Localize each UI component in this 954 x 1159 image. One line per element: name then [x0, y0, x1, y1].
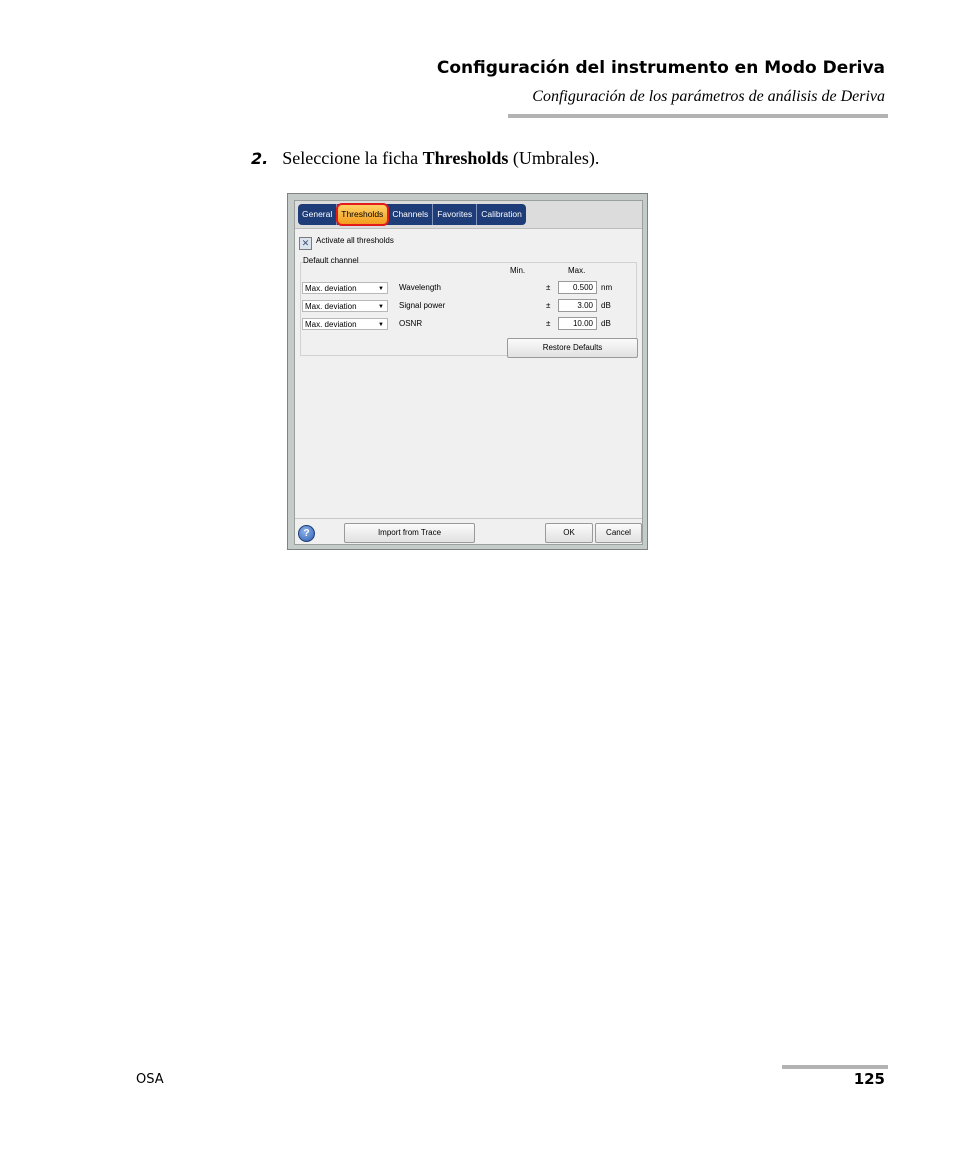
mode-select-value: Max. deviation — [305, 302, 357, 311]
unit-label: nm — [601, 283, 613, 292]
step-bold-term: Thresholds — [422, 148, 509, 168]
activate-all-checkbox[interactable]: ✕ — [299, 237, 312, 250]
step-text-before: Seleccione la ficha — [282, 148, 423, 168]
tab-strip: General Thresholds Channels Favorites Ca… — [298, 203, 526, 226]
help-icon[interactable]: ? — [298, 525, 315, 542]
dialog-body: General Thresholds Channels Favorites Ca… — [294, 200, 643, 545]
page-header-subtitle: Configuración de los parámetros de análi… — [532, 88, 885, 105]
tab-general[interactable]: General — [298, 204, 338, 225]
max-column-header: Max. — [568, 266, 586, 275]
activate-all-label: Activate all thresholds — [316, 236, 394, 245]
tab-channels[interactable]: Channels — [388, 204, 434, 225]
param-label: Wavelength — [399, 283, 441, 292]
page-header-title: Configuración del instrumento en Modo De… — [436, 58, 885, 78]
chevron-down-icon: ▼ — [378, 322, 384, 328]
mode-select-value: Max. deviation — [305, 284, 357, 293]
footer-rule — [782, 1065, 888, 1069]
mode-select[interactable]: Max. deviation ▼ — [302, 282, 388, 294]
tab-thresholds[interactable]: Thresholds — [336, 203, 390, 226]
max-value-field[interactable]: 10.00 — [558, 317, 597, 330]
thresholds-dialog-screenshot: General Thresholds Channels Favorites Ca… — [287, 193, 648, 550]
plus-minus-sign: ± — [546, 319, 551, 328]
import-from-trace-button[interactable]: Import from Trace — [344, 523, 475, 543]
thresholds-panel: ✕ Activate all thresholds Default channe… — [295, 229, 642, 519]
param-label: OSNR — [399, 319, 423, 328]
chevron-down-icon: ▼ — [378, 286, 384, 292]
min-column-header: Min. — [510, 266, 526, 275]
mode-select-value: Max. deviation — [305, 320, 357, 329]
tab-calibration[interactable]: Calibration — [477, 204, 526, 225]
mode-select[interactable]: Max. deviation ▼ — [302, 318, 388, 330]
tab-favorites[interactable]: Favorites — [433, 204, 478, 225]
default-channel-label: Default channel — [303, 256, 359, 265]
step-instruction: 2. Seleccione la ficha Thresholds (Umbral… — [251, 148, 599, 169]
unit-label: dB — [601, 301, 611, 310]
chevron-down-icon: ▼ — [378, 304, 384, 310]
param-label: Signal power — [399, 301, 446, 310]
ok-button[interactable]: OK — [545, 523, 593, 543]
step-number: 2. — [251, 149, 269, 168]
tab-bar: General Thresholds Channels Favorites Ca… — [295, 201, 642, 229]
unit-label: dB — [601, 319, 611, 328]
dialog-footer-separator — [295, 518, 642, 519]
footer-product-name: OSA — [136, 1072, 164, 1087]
max-value-field[interactable]: 3.00 — [558, 299, 597, 312]
threshold-row-signal-power: Max. deviation ▼ Signal power ± 3.00 dB — [302, 299, 638, 313]
page-number: 125 — [853, 1070, 885, 1088]
plus-minus-sign: ± — [546, 301, 551, 310]
max-value-field[interactable]: 0.500 — [558, 281, 597, 294]
plus-minus-sign: ± — [546, 283, 551, 292]
step-text-after: (Umbrales). — [508, 148, 600, 168]
header-rule — [508, 114, 888, 118]
restore-defaults-button[interactable]: Restore Defaults — [507, 338, 638, 358]
cancel-button[interactable]: Cancel — [595, 523, 642, 543]
threshold-row-wavelength: Max. deviation ▼ Wavelength ± 0.500 nm — [302, 281, 638, 295]
threshold-row-osnr: Max. deviation ▼ OSNR ± 10.00 dB — [302, 317, 638, 331]
mode-select[interactable]: Max. deviation ▼ — [302, 300, 388, 312]
